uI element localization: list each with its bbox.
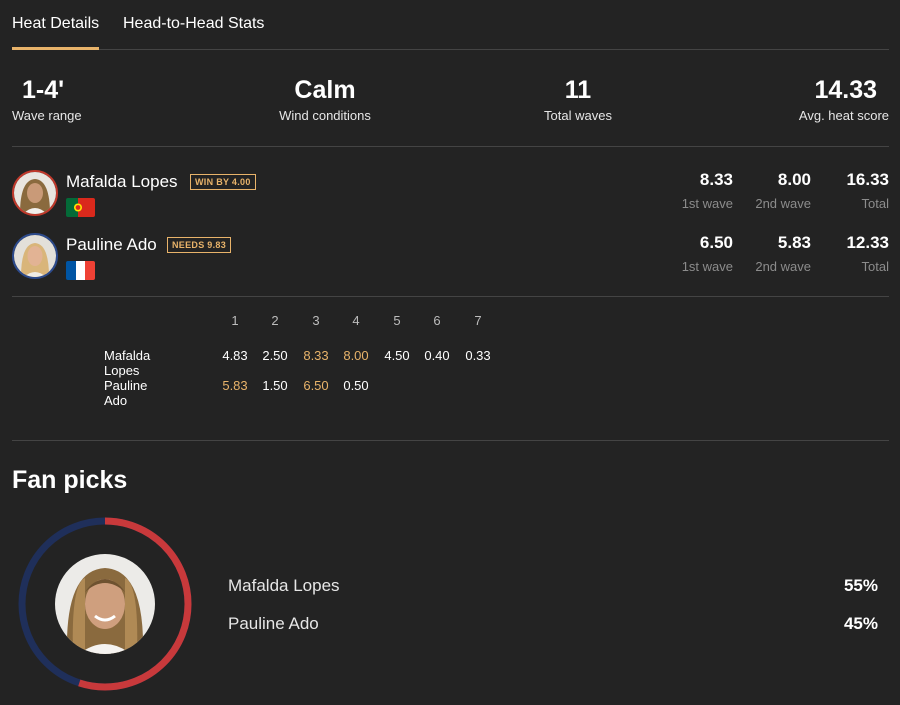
fan-pick-name: Pauline Ado [228, 614, 319, 633]
fan-pick-percent: 45% [843, 614, 878, 633]
wave-score-cell-highlighted: 6.50 [303, 378, 329, 393]
wave-score-cell: 4.50 [384, 348, 410, 363]
surfer-row[interactable]: Pauline Ado NEEDS 9.83 6.50 1st wave 5.8… [12, 233, 889, 289]
wave2-value: 8.00 [777, 170, 811, 189]
total-score: 16.33 Total [846, 170, 889, 211]
total-value: 16.33 [846, 170, 889, 189]
wave2-label: 2nd wave [755, 196, 811, 211]
status-badge: WIN BY 4.00 [190, 174, 256, 190]
total-label: Total [861, 259, 889, 274]
total-score: 12.33 Total [846, 233, 889, 274]
wave2-score: 8.00 2nd wave [755, 170, 811, 211]
wave-range-label: Wave range [12, 108, 82, 123]
avatar [55, 554, 155, 654]
table-row-name: Mafalda Lopes [104, 348, 151, 378]
avatar [12, 170, 58, 216]
divider [12, 146, 889, 147]
table-row-name: Pauline Ado [104, 378, 148, 408]
wave-score-cell: 1.50 [262, 378, 288, 393]
wave-number-header: 5 [393, 313, 401, 328]
portugal-flag-icon [66, 198, 95, 217]
fan-picks-donut [18, 517, 192, 691]
wave-score-cell: 0.40 [424, 348, 450, 363]
avg-score-value: 14.33 [814, 76, 877, 104]
surfer-name[interactable]: Mafalda Lopes [66, 172, 178, 192]
wave-score-cell: 0.33 [465, 348, 491, 363]
stat-total-waves: 11 Total waves [528, 76, 628, 123]
stat-wave-range: 1-4' Wave range [12, 76, 82, 123]
total-waves-label: Total waves [544, 108, 612, 123]
heat-conditions: 1-4' Wave range Calm Wind conditions 11 … [12, 76, 889, 146]
wave-number-header: 4 [352, 313, 360, 328]
wave-score-cell: 0.50 [343, 378, 369, 393]
fan-picks-title: Fan picks [12, 466, 128, 494]
tab-bar: Heat Details Head-to-Head Stats [12, 0, 889, 50]
wave2-value: 5.83 [777, 233, 811, 252]
wave1-label: 1st wave [681, 259, 733, 274]
stat-avg-score: 14.33 Avg. heat score [799, 76, 889, 123]
wave2-score: 5.83 2nd wave [755, 233, 811, 274]
tab-heat-details[interactable]: Heat Details [12, 15, 99, 33]
wave-score-cell-highlighted: 8.33 [303, 348, 329, 363]
wind-label: Wind conditions [279, 108, 371, 123]
wave1-label: 1st wave [681, 196, 733, 211]
wave1-value: 8.33 [699, 170, 733, 189]
fan-pick-name: Mafalda Lopes [228, 576, 340, 595]
total-label: Total [861, 196, 889, 211]
wind-value: Calm [294, 76, 356, 104]
wave-score-cell-highlighted: 5.83 [222, 378, 248, 393]
france-flag-icon [66, 261, 95, 280]
surfer-row[interactable]: Mafalda Lopes WIN BY 4.00 8.33 1st wave … [12, 170, 889, 226]
wave1-score: 8.33 1st wave [682, 170, 733, 211]
wave-score-cell: 4.83 [222, 348, 248, 363]
wave-range-value: 1-4' [22, 76, 65, 104]
total-waves-value: 11 [564, 76, 592, 104]
tab-head-to-head-stats[interactable]: Head-to-Head Stats [123, 15, 264, 33]
wave-number-header: 7 [474, 313, 482, 328]
active-tab-indicator [12, 47, 99, 50]
wave-number-header: 1 [231, 313, 239, 328]
wave2-label: 2nd wave [755, 259, 811, 274]
wave-number-header: 3 [312, 313, 320, 328]
fan-pick-row[interactable]: Mafalda Lopes 55% [228, 576, 878, 600]
stat-wind: Calm Wind conditions [265, 76, 385, 123]
divider [12, 296, 889, 297]
divider [12, 440, 889, 441]
wave-score-cell-highlighted: 8.00 [343, 348, 369, 363]
fan-pick-percent: 55% [843, 576, 878, 595]
avg-score-label: Avg. heat score [798, 108, 889, 123]
status-badge: NEEDS 9.83 [167, 237, 232, 253]
wave1-value: 6.50 [699, 233, 733, 252]
wave-score-cell: 2.50 [262, 348, 288, 363]
total-value: 12.33 [846, 233, 889, 252]
wave-number-header: 6 [433, 313, 441, 328]
fan-pick-row[interactable]: Pauline Ado 45% [228, 614, 878, 638]
surfer-name[interactable]: Pauline Ado [66, 235, 157, 255]
wave1-score: 6.50 1st wave [682, 233, 733, 274]
wave-number-header: 2 [271, 313, 279, 328]
avatar [12, 233, 58, 279]
